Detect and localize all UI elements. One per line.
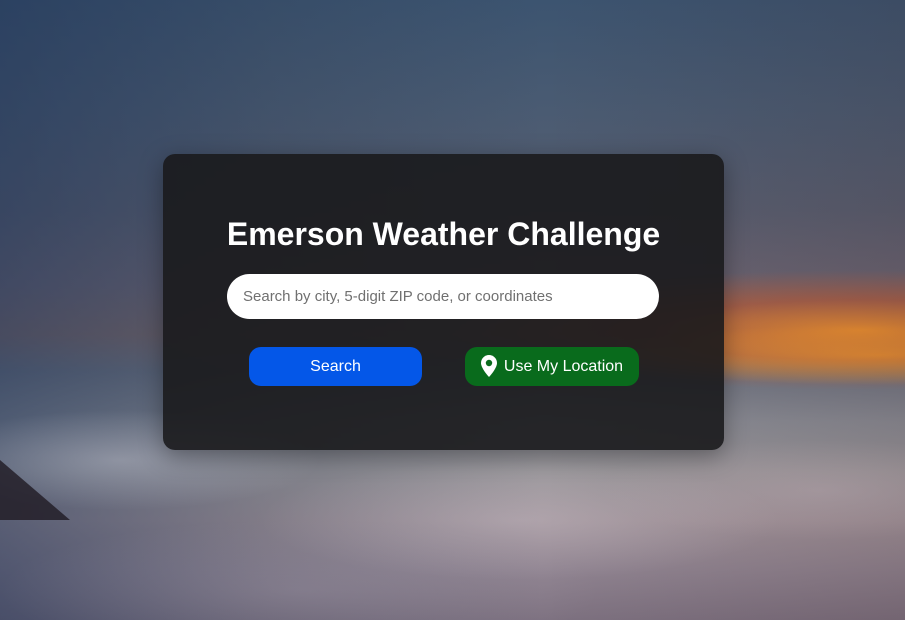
page-title: Emerson Weather Challenge bbox=[226, 216, 661, 252]
use-my-location-button[interactable]: Use My Location bbox=[465, 347, 639, 386]
map-pin-icon bbox=[480, 354, 497, 377]
search-button-label: Search bbox=[310, 357, 361, 375]
search-card: Emerson Weather Challenge Search Use My … bbox=[163, 154, 724, 450]
search-button[interactable]: Search bbox=[249, 347, 422, 386]
use-my-location-label: Use My Location bbox=[503, 357, 624, 375]
background-mountain bbox=[0, 460, 70, 520]
search-input[interactable] bbox=[227, 274, 659, 319]
